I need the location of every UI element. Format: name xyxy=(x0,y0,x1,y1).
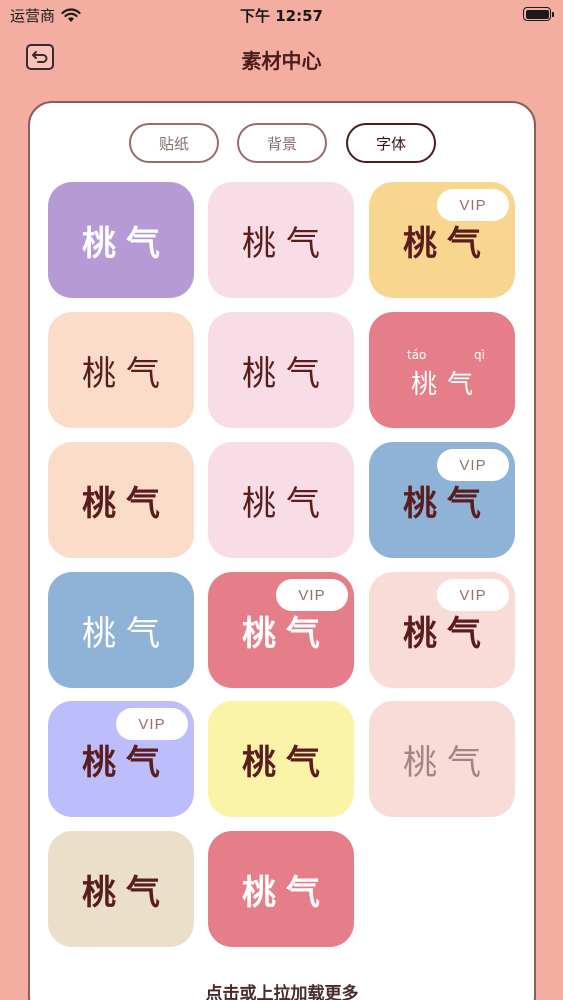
tab-stickers[interactable]: 贴纸 xyxy=(129,123,219,163)
font-tile[interactable]: 桃气 VIP xyxy=(48,701,194,817)
tab-backgrounds[interactable]: 背景 xyxy=(237,123,327,163)
font-tile[interactable]: 桃气 VIP xyxy=(208,572,354,688)
vip-badge: VIP xyxy=(276,579,348,611)
pinyin-text: qì xyxy=(474,348,485,362)
font-sample-text: 桃气 xyxy=(242,483,330,524)
font-tile[interactable]: 桃气 xyxy=(48,312,194,428)
font-tile[interactable]: 桃气 xyxy=(48,182,194,298)
vip-badge: VIP xyxy=(116,708,188,740)
status-time: 下午 12:57 xyxy=(240,7,323,25)
font-sample-text: 桃气 xyxy=(82,353,170,394)
tab-label: 背景 xyxy=(266,134,297,153)
tab-bar: 贴纸 背景 字体 xyxy=(30,123,534,163)
vip-badge: VIP xyxy=(437,579,509,611)
font-sample-text: 桃气 xyxy=(82,872,170,913)
tab-label: 贴纸 xyxy=(158,134,189,153)
font-tile[interactable]: 桃气 xyxy=(208,312,354,428)
font-sample-text: 桃气 xyxy=(242,353,330,394)
font-tile[interactable]: 桃气 xyxy=(48,442,194,558)
pinyin-text: táo xyxy=(407,348,427,362)
pinyin-row: táo qì xyxy=(407,348,485,362)
font-sample-text: 桃气 xyxy=(82,223,170,264)
font-sample-text: 桃气 xyxy=(82,483,170,524)
font-tile[interactable]: 桃气 táo qì xyxy=(369,312,515,428)
tab-label: 字体 xyxy=(375,134,406,153)
font-sample-text: 桃气 xyxy=(403,483,491,524)
font-tile[interactable]: 桃气 xyxy=(208,831,354,947)
vip-badge: VIP xyxy=(437,189,509,221)
font-tile[interactable]: 桃气 xyxy=(208,701,354,817)
status-bar: 运营商 下午 12:57 xyxy=(0,0,563,30)
font-sample-text: 桃气 xyxy=(242,742,330,783)
font-tile[interactable]: 桃气 xyxy=(208,182,354,298)
font-sample-text: 桃气 xyxy=(242,223,330,264)
font-sample-text: 桃气 xyxy=(403,742,491,783)
font-sample-text: 桃气 xyxy=(403,613,491,654)
font-sample-text: 桃气 xyxy=(82,742,170,783)
battery-icon xyxy=(523,7,554,21)
font-tile[interactable]: 桃气 VIP xyxy=(369,442,515,558)
tab-fonts[interactable]: 字体 xyxy=(346,123,436,163)
font-sample-text: 桃气 xyxy=(242,872,330,913)
nav-bar: 素材中心 xyxy=(0,36,563,80)
page-title: 素材中心 xyxy=(241,49,322,73)
font-sample-text: 桃气 xyxy=(82,613,170,654)
font-tile[interactable]: 桃气 xyxy=(369,701,515,817)
font-sample-text: 桃气 xyxy=(403,223,491,264)
vip-badge: VIP xyxy=(437,449,509,481)
font-tile[interactable]: 桃气 xyxy=(208,442,354,558)
font-tile[interactable]: 桃气 xyxy=(48,572,194,688)
font-panel: 贴纸 背景 字体 桃气 桃气 桃气 VIP 桃气 桃气 桃气 táo qì 桃气 桃气 桃气 VIP 桃气… xyxy=(28,101,536,1000)
font-tile[interactable]: 桃气 VIP xyxy=(369,182,515,298)
load-more-button[interactable]: 点击或上拉加载更多 xyxy=(30,979,534,1000)
font-sample-text: 桃气 xyxy=(242,613,330,654)
font-tile[interactable]: 桃气 xyxy=(48,831,194,947)
font-sample-text: 桃气 xyxy=(410,369,483,400)
font-tile[interactable]: 桃气 VIP xyxy=(369,572,515,688)
